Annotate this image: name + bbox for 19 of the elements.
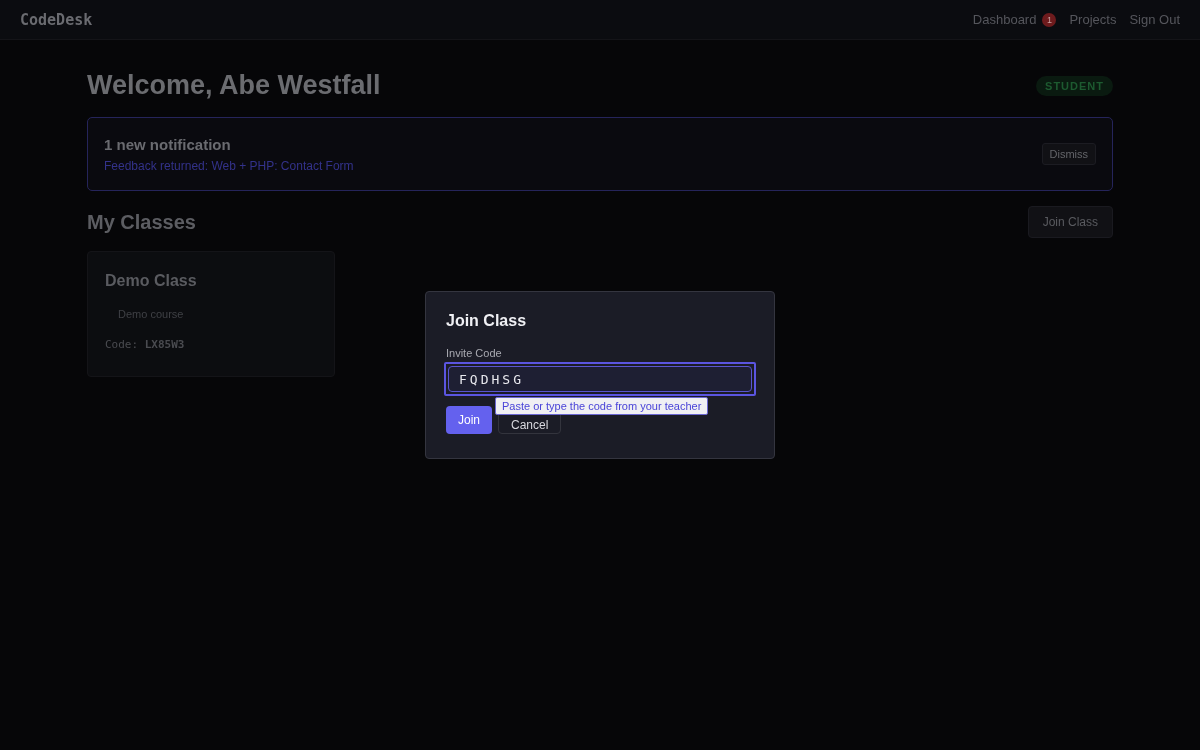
brand-logo[interactable]: CodeDesk xyxy=(20,10,93,29)
nav-link[interactable]: Sign Out xyxy=(1129,12,1180,27)
join-class-button[interactable]: Join Class xyxy=(1027,206,1113,238)
page-title: Welcome, Abe Westfall xyxy=(87,70,381,101)
notification-title: 1 new notification xyxy=(104,135,232,153)
join-button[interactable]: Join xyxy=(446,406,492,434)
class-code: Code: LX85W3 xyxy=(105,338,186,351)
nav-link[interactable]: Projects xyxy=(1069,12,1117,27)
role-badge: STUDENT xyxy=(1036,75,1113,96)
field-label: Invite Code xyxy=(446,347,503,359)
invite-code-field[interactable]: FQDHSG xyxy=(444,362,756,396)
modal-title: Join Class xyxy=(446,312,528,330)
notification-badge: 1 xyxy=(1042,12,1057,27)
dismiss-button[interactable]: Dismiss xyxy=(1041,143,1096,165)
section-title: My Classes xyxy=(87,210,196,234)
nav-link[interactable]: Dashboard xyxy=(972,12,1037,27)
tooltip: Paste or type the code from your teacher xyxy=(495,397,709,415)
notification-link[interactable]: Feedback returned: Web + PHP: Contact Form xyxy=(104,158,354,173)
class-name: Demo Class xyxy=(105,272,198,290)
